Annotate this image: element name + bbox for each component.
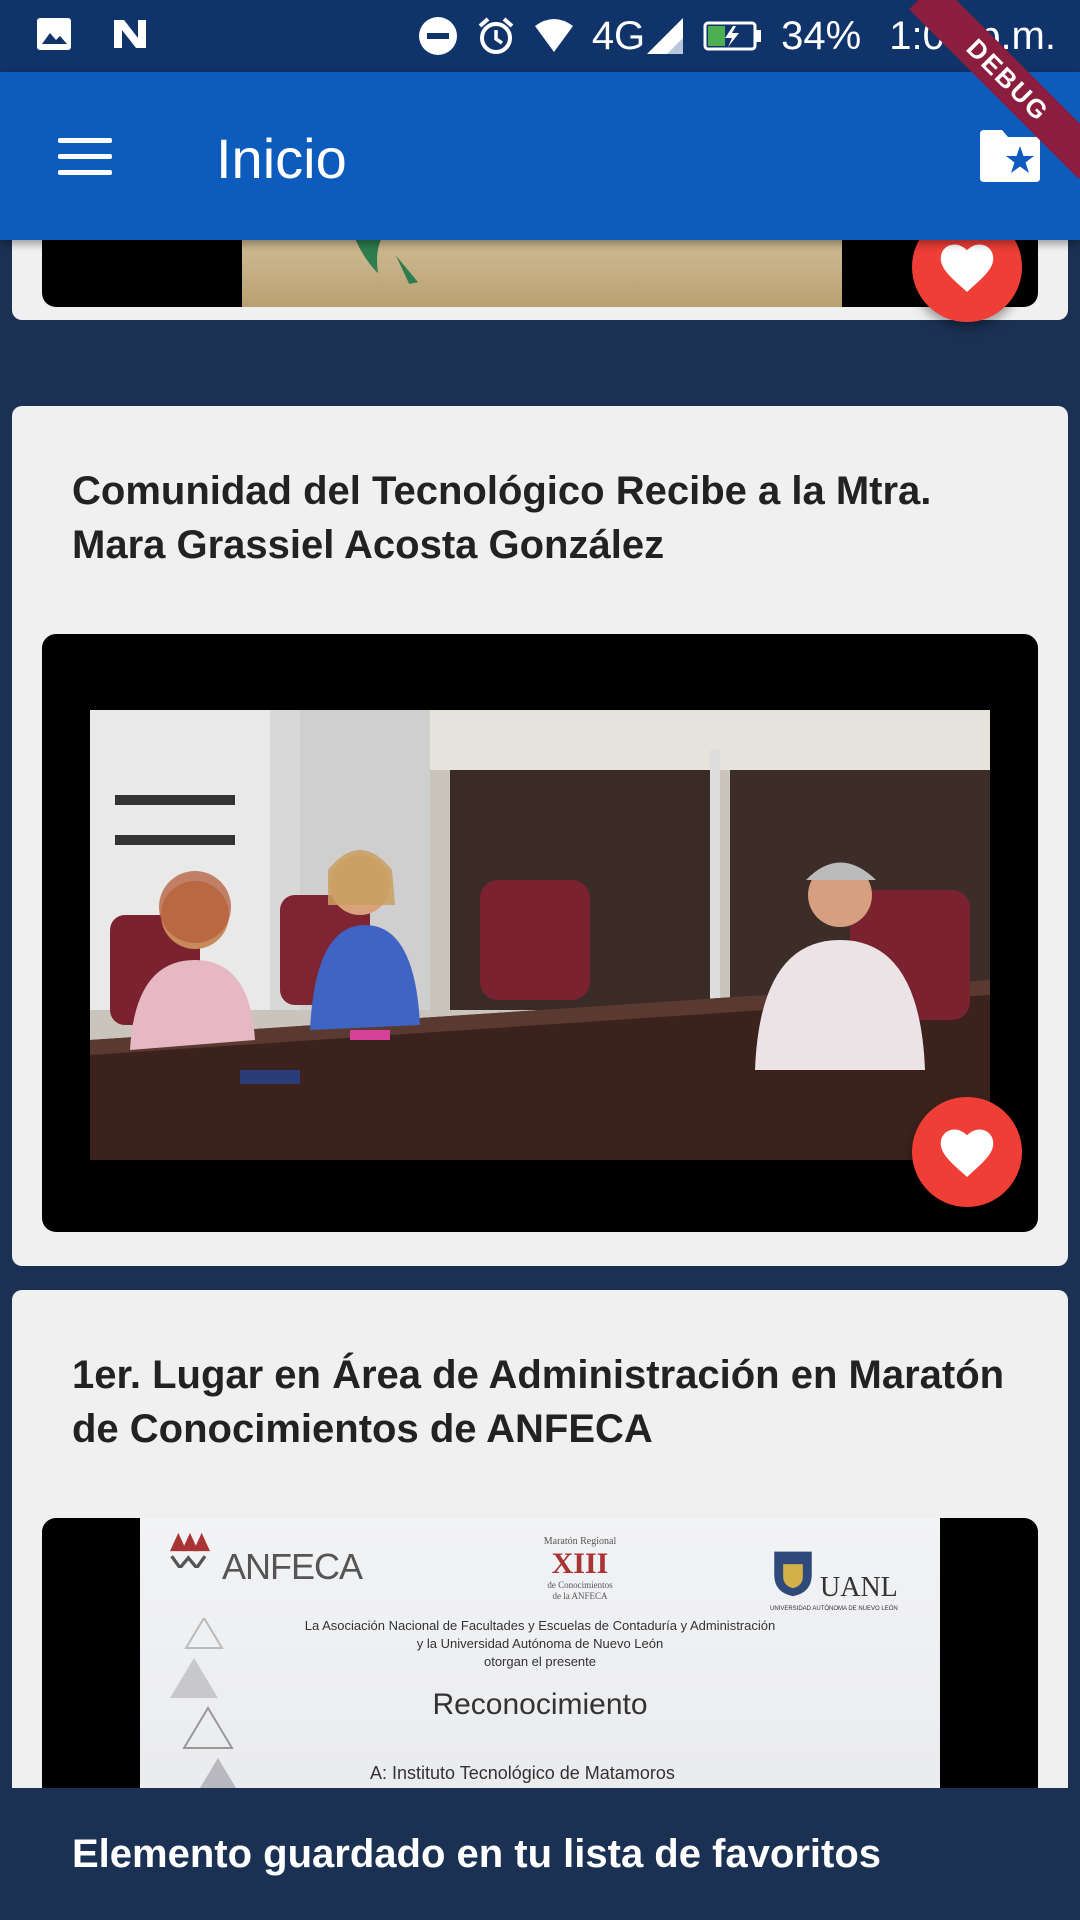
certificate-body-line2: y la Universidad Autónoma de Nuevo León <box>416 1636 664 1651</box>
news-image[interactable] <box>42 240 1038 307</box>
dnd-icon <box>418 17 457 55</box>
wifi-icon <box>534 19 573 52</box>
network-type: 4G <box>591 13 646 58</box>
event-line2: de Conocimientos <box>547 1580 613 1590</box>
certificate-heading: Reconocimiento <box>432 1688 648 1721</box>
battery-charging-icon <box>703 21 762 51</box>
anfeca-wordmark: ANFECA <box>222 1546 363 1587</box>
news-title[interactable]: 1er. Lugar en Área de Administración en … <box>72 1348 1008 1456</box>
uanl-subtitle: UNIVERSIDAD AUTÓNOMA DE NUEVO LEÓN <box>770 1606 898 1612</box>
news-card[interactable]: Comunidad del Tecnológico Recibe a la Mt… <box>12 406 1068 1266</box>
certificate-body-line1: La Asociación Nacional de Facultades y E… <box>304 1618 776 1633</box>
hamburger-menu-icon[interactable] <box>44 122 114 192</box>
app-bar: Inicio <box>0 72 1080 240</box>
news-title[interactable]: Comunidad del Tecnológico Recibe a la Mt… <box>72 464 1008 572</box>
uanl-wordmark: UANL <box>820 1572 898 1603</box>
n-app-icon <box>114 20 146 48</box>
battery-level: 34% <box>781 13 862 58</box>
meeting-photo <box>90 710 990 1160</box>
news-card[interactable] <box>12 240 1068 320</box>
anfeca-logo-icon <box>170 1532 210 1568</box>
news-image[interactable] <box>42 634 1038 1232</box>
snackbar: Elemento guardado en tu lista de favorit… <box>0 1788 1080 1920</box>
page-title: Inicio <box>216 127 347 190</box>
event-line3: de la ANFECA <box>552 1591 608 1601</box>
certificate-body-line3: otorgan el presente <box>483 1654 597 1669</box>
news-image[interactable]: ANFECA Maratón Regional XIII de Conocimi… <box>42 1518 1038 1788</box>
gallery-icon <box>37 18 71 50</box>
uanl-shield-icon <box>774 1551 812 1597</box>
certificate-recipient: A: Instituto Tecnológico de Matamoros <box>370 1763 675 1783</box>
favorite-button[interactable] <box>912 1097 1022 1207</box>
news-feed[interactable]: Comunidad del Tecnológico Recibe a la Mt… <box>0 240 1080 1788</box>
signal-icon <box>647 18 684 54</box>
snackbar-message: Elemento guardado en tu lista de favorit… <box>72 1832 882 1876</box>
leaf-image-detail <box>355 240 419 284</box>
certificate-photo: ANFECA Maratón Regional XIII de Conocimi… <box>140 1518 940 1788</box>
news-card[interactable]: 1er. Lugar en Área de Administración en … <box>12 1290 1068 1788</box>
event-line1: Maratón Regional <box>543 1536 617 1547</box>
alarm-icon <box>478 17 514 54</box>
heart-icon <box>940 244 994 292</box>
event-roman: XIII <box>551 1547 609 1580</box>
heart-icon <box>940 1129 994 1177</box>
